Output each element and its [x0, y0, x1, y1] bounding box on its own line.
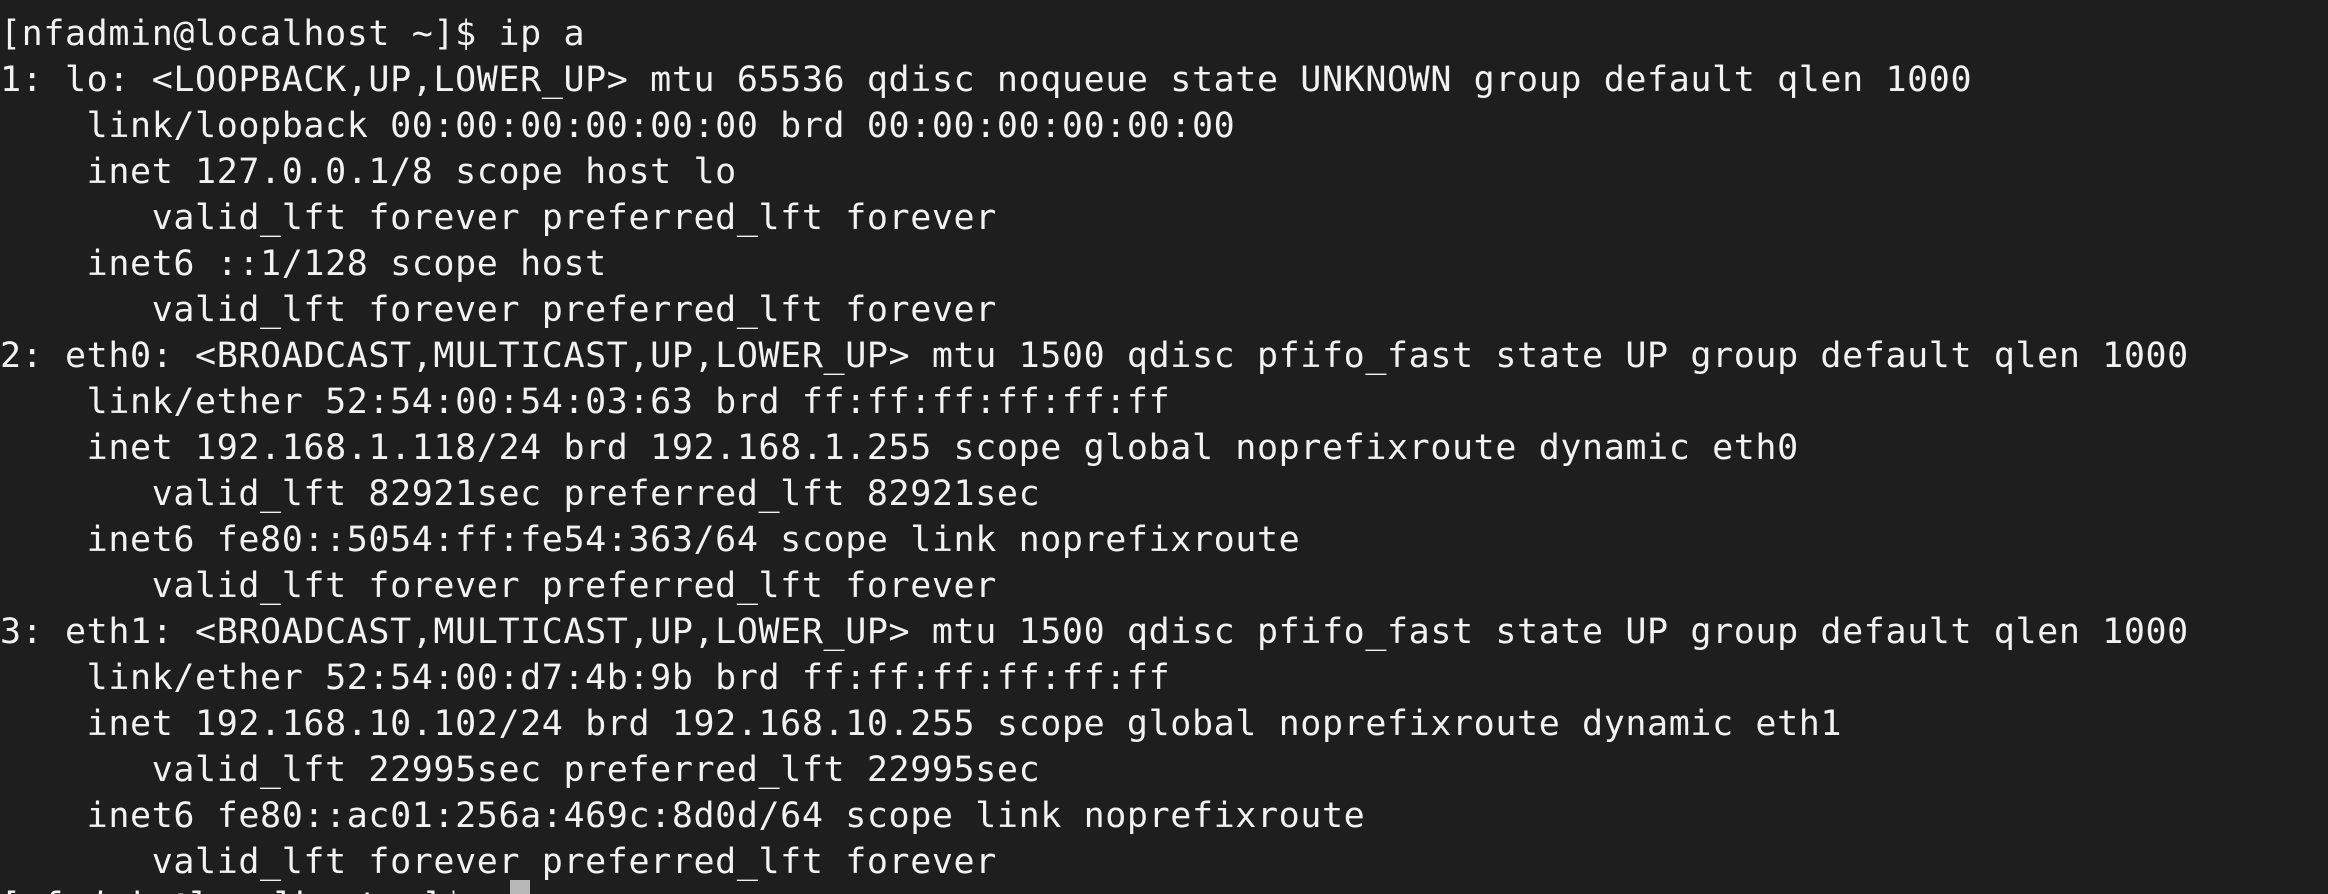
- output-line: valid_lft forever preferred_lft forever: [0, 290, 997, 330]
- output-line: inet 192.168.10.102/24 brd 192.168.10.25…: [0, 704, 1843, 744]
- output-line: inet6 fe80::5054:ff:fe54:363/64 scope li…: [0, 520, 1301, 560]
- output-line: inet 127.0.0.1/8 scope host lo: [0, 152, 737, 192]
- output-line: valid_lft 82921sec preferred_lft 82921se…: [0, 474, 1041, 514]
- output-line: 3: eth1: <BROADCAST,MULTICAST,UP,LOWER_U…: [0, 612, 2189, 652]
- output-line: valid_lft forever preferred_lft forever: [0, 566, 997, 606]
- next-command-prompt: [nfadmin@localhost ~]$: [0, 883, 485, 894]
- output-line: 1: lo: <LOOPBACK,UP,LOWER_UP> mtu 65536 …: [0, 60, 1973, 100]
- output-line: link/ether 52:54:00:54:03:63 brd ff:ff:f…: [0, 382, 1171, 422]
- output-line: inet6 ::1/128 scope host: [0, 244, 607, 284]
- text-cursor[interactable]: [510, 880, 530, 894]
- output-line: 2: eth0: <BROADCAST,MULTICAST,UP,LOWER_U…: [0, 336, 2189, 376]
- output-line: inet 192.168.1.118/24 brd 192.168.1.255 …: [0, 428, 1799, 468]
- command-prompt-line: [nfadmin@localhost ~]$ ip a: [0, 14, 586, 54]
- output-line: link/ether 52:54:00:d7:4b:9b brd ff:ff:f…: [0, 658, 1171, 698]
- output-line: link/loopback 00:00:00:00:00:00 brd 00:0…: [0, 106, 1236, 146]
- output-line: valid_lft forever preferred_lft forever: [0, 842, 997, 882]
- terminal-window[interactable]: [nfadmin@localhost ~]$ ip a 1: lo: <LOOP…: [0, 0, 2328, 894]
- output-line: valid_lft forever preferred_lft forever: [0, 198, 997, 238]
- output-line: valid_lft 22995sec preferred_lft 22995se…: [0, 750, 1041, 790]
- output-line: inet6 fe80::ac01:256a:469c:8d0d/64 scope…: [0, 796, 1366, 836]
